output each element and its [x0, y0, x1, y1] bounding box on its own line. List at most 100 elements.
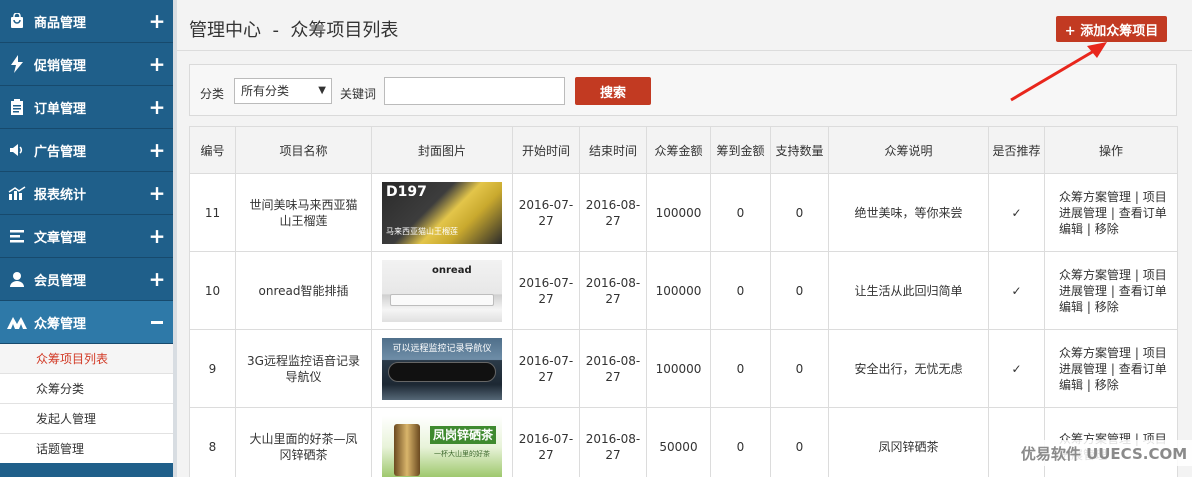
keyword-input[interactable] — [384, 77, 565, 105]
expand-icon[interactable]: + — [141, 183, 173, 203]
cover-image[interactable]: onread — [382, 259, 502, 322]
megaphone-icon — [0, 143, 34, 157]
category-select[interactable]: 所有分类 ▼ — [234, 78, 332, 104]
remove-link[interactable]: 移除 — [1095, 222, 1119, 236]
sidebar-item-goods[interactable]: 商品管理 + — [0, 0, 173, 43]
sidebar-item-ads[interactable]: 广告管理 + — [0, 129, 173, 172]
plan-link[interactable]: 众筹方案管理 — [1059, 346, 1131, 360]
cell-cover: D197 马来西亚猫山王榴莲 — [371, 173, 513, 252]
cell-raised: 0 — [710, 173, 771, 252]
page-title: 管理中心 - 众筹项目列表 — [189, 20, 399, 41]
cell-start: 2016-07-27 — [512, 329, 580, 408]
watermark: 优易软件 UUECS.COM — [1016, 440, 1192, 466]
sidebar-item-crowdfunding[interactable]: 众筹管理 — [0, 301, 173, 344]
sub-item-topics[interactable]: 话题管理 — [0, 434, 173, 464]
edit-link[interactable]: 编辑 — [1059, 300, 1083, 314]
cell-end: 2016-08-27 — [579, 407, 647, 477]
cell-id: 11 — [189, 173, 236, 252]
cell-id: 8 — [189, 407, 236, 477]
edit-link[interactable]: 编辑 — [1059, 378, 1083, 392]
cell-cover: 可以远程监控记录导航仪 — [371, 329, 513, 408]
projects-table: 编号 项目名称 封面图片 开始时间 结束时间 众筹金额 筹到金额 支持数量 众筹… — [189, 126, 1178, 477]
column-header: 开始时间 — [512, 126, 580, 174]
cell-end: 2016-08-27 — [579, 329, 647, 408]
sidebar-item-articles[interactable]: 文章管理 + — [0, 215, 173, 258]
cell-desc: 安全出行，无忧无虑 — [828, 329, 989, 408]
column-header: 筹到金额 — [710, 126, 771, 174]
column-header: 操作 — [1044, 126, 1178, 174]
cell-goal: 100000 — [646, 173, 711, 252]
edit-link[interactable]: 编辑 — [1059, 222, 1083, 236]
cell-end: 2016-08-27 — [579, 251, 647, 330]
cell-start: 2016-07-27 — [512, 173, 580, 252]
cell-actions: 众筹方案管理 | 项目进展管理 | 查看订单 编辑 | 移除 — [1044, 173, 1178, 252]
check-icon: ✓ — [988, 329, 1045, 408]
cell-cover: onread — [371, 251, 513, 330]
column-header: 众筹说明 — [828, 126, 989, 174]
orders-link[interactable]: 查看订单 — [1119, 206, 1167, 220]
cover-image[interactable]: 凤岗锌硒茶 一杯大山里的好茶 — [382, 415, 502, 477]
column-header: 是否推荐 — [988, 126, 1045, 174]
sidebar-item-label: 促销管理 — [34, 58, 87, 74]
plan-link[interactable]: 众筹方案管理 — [1059, 190, 1131, 204]
lightning-icon — [0, 55, 34, 73]
cell-name: 世间美味马来西亚猫山王榴莲 — [235, 173, 372, 252]
sub-item-initiators[interactable]: 发起人管理 — [0, 404, 173, 434]
remove-link[interactable]: 移除 — [1095, 378, 1119, 392]
sub-item-project-list[interactable]: 众筹项目列表 — [0, 344, 173, 374]
cell-desc: 凤冈锌硒茶 — [828, 407, 989, 477]
check-icon: ✓ — [988, 251, 1045, 330]
sidebar-item-reports[interactable]: 报表统计 + — [0, 172, 173, 215]
cell-supporters: 0 — [770, 251, 829, 330]
main-content: 管理中心 - 众筹项目列表 + 添加众筹项目 分类 所有分类 ▼ 关键词 搜索 … — [177, 0, 1192, 477]
sidebar-item-label: 会员管理 — [34, 273, 87, 289]
search-button[interactable]: 搜索 — [575, 77, 651, 105]
sidebar-item-label: 报表统计 — [34, 187, 87, 203]
cell-raised: 0 — [710, 329, 771, 408]
cover-image[interactable]: 可以远程监控记录导航仪 — [382, 337, 502, 400]
plan-link[interactable]: 众筹方案管理 — [1059, 268, 1131, 282]
sidebar-item-label: 商品管理 — [34, 15, 87, 31]
cell-end: 2016-08-27 — [579, 173, 647, 252]
remove-link[interactable]: 移除 — [1095, 300, 1119, 314]
column-header: 支持数量 — [770, 126, 829, 174]
sidebar-item-label: 文章管理 — [34, 230, 87, 246]
table-header-row: 编号 项目名称 封面图片 开始时间 结束时间 众筹金额 筹到金额 支持数量 众筹… — [189, 126, 1178, 174]
expand-icon[interactable]: + — [141, 97, 173, 117]
cell-id: 10 — [189, 251, 236, 330]
expand-icon[interactable]: + — [141, 11, 173, 31]
sidebar-item-members[interactable]: 会员管理 + — [0, 258, 173, 301]
cell-raised: 0 — [710, 407, 771, 477]
collapse-icon[interactable] — [141, 320, 173, 324]
cover-image[interactable]: D197 马来西亚猫山王榴莲 — [382, 181, 502, 244]
sidebar-item-label: 众筹管理 — [34, 316, 87, 332]
cell-name: onread智能排插 — [235, 251, 372, 330]
expand-icon[interactable]: + — [141, 226, 173, 246]
table-row: 11 世间美味马来西亚猫山王榴莲 D197 马来西亚猫山王榴莲 2016-07-… — [189, 173, 1178, 252]
column-header: 编号 — [189, 126, 236, 174]
cell-goal: 50000 — [646, 407, 711, 477]
table-row: 10 onread智能排插 onread 2016-07-27 2016-08-… — [189, 251, 1178, 330]
sub-item-category[interactable]: 众筹分类 — [0, 374, 173, 404]
cell-cover: 凤岗锌硒茶 一杯大山里的好茶 — [371, 407, 513, 477]
sidebar-item-label: 订单管理 — [34, 101, 87, 117]
orders-link[interactable]: 查看订单 — [1119, 362, 1167, 376]
user-icon — [0, 271, 34, 287]
expand-icon[interactable]: + — [141, 54, 173, 74]
expand-icon[interactable]: + — [141, 269, 173, 289]
sidebar-item-promotion[interactable]: 促销管理 + — [0, 43, 173, 86]
cell-id: 9 — [189, 329, 236, 408]
orders-link[interactable]: 查看订单 — [1119, 284, 1167, 298]
cell-name: 3G远程监控语音记录导航仪 — [235, 329, 372, 408]
sidebar-item-label: 广告管理 — [34, 144, 87, 160]
column-header: 众筹金额 — [646, 126, 711, 174]
column-header: 封面图片 — [371, 126, 513, 174]
cell-desc: 绝世美味，等你来尝 — [828, 173, 989, 252]
expand-icon[interactable]: + — [141, 140, 173, 160]
sidebar-item-orders[interactable]: 订单管理 + — [0, 86, 173, 129]
crowd-icon — [0, 315, 34, 329]
table-row: 9 3G远程监控语音记录导航仪 可以远程监控记录导航仪 2016-07-27 2… — [189, 329, 1178, 408]
cell-name: 大山里面的好茶—凤冈锌硒茶 — [235, 407, 372, 477]
clipboard-icon — [0, 98, 34, 116]
cell-goal: 100000 — [646, 329, 711, 408]
